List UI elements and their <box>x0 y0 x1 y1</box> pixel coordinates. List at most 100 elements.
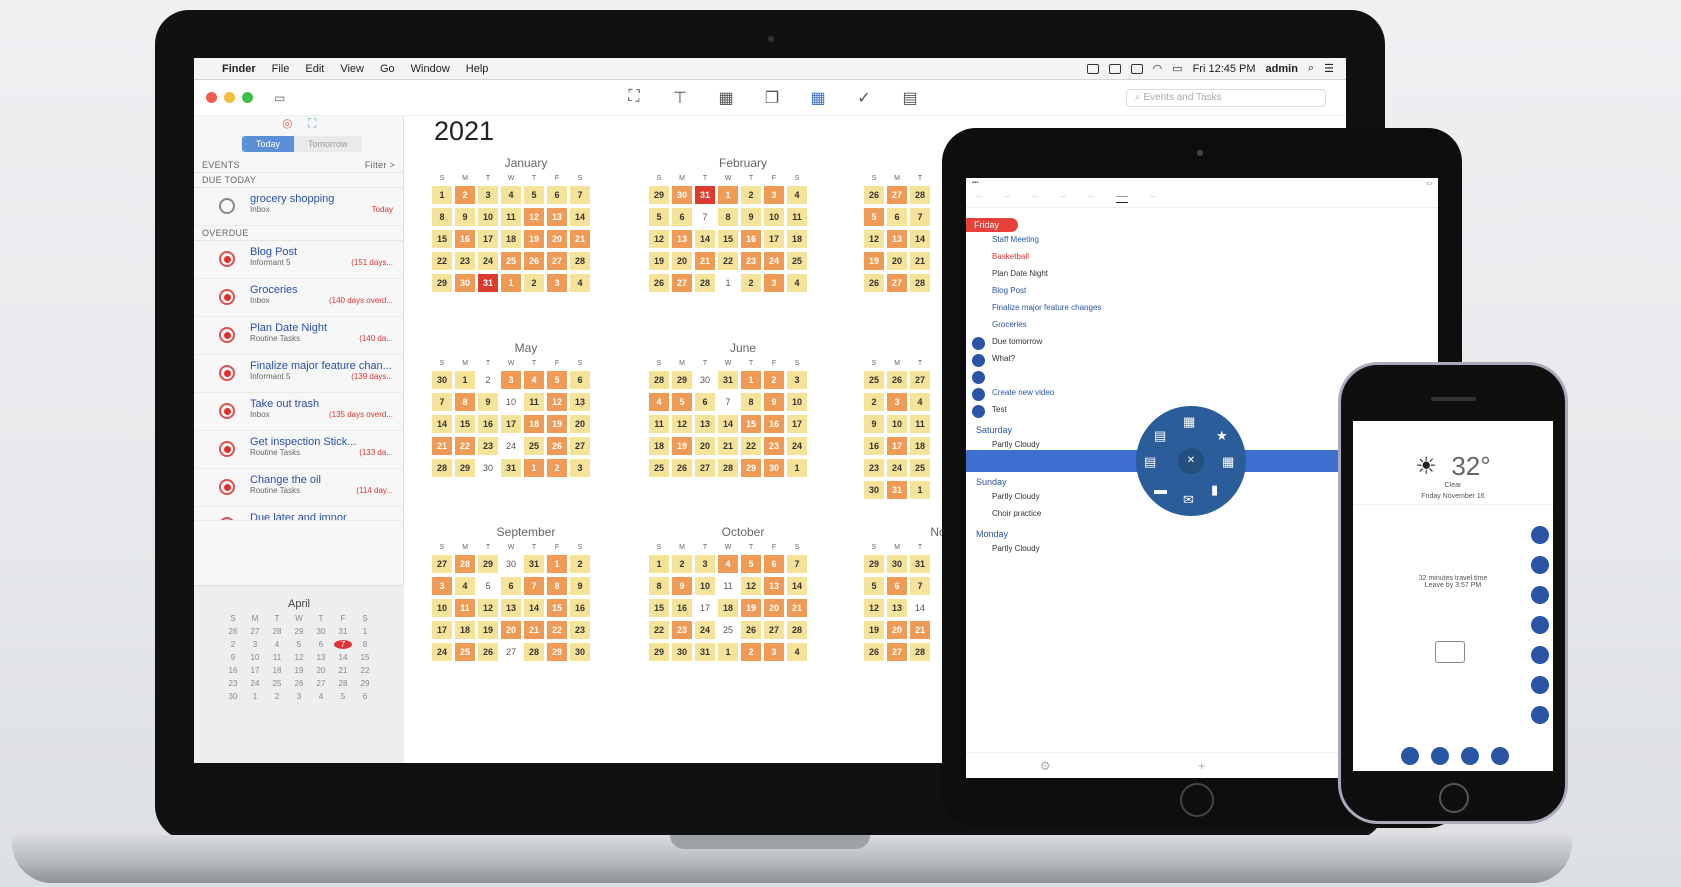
sidebar-toggle-icon[interactable]: ▭ <box>274 91 285 105</box>
mini-day[interactable]: 26 <box>290 679 308 688</box>
week-view-icon[interactable]: ▦ <box>716 88 736 108</box>
mini-day[interactable]: 27 <box>246 627 264 636</box>
task-checkbox[interactable] <box>219 517 235 520</box>
focus-small-icon[interactable]: ⛶ <box>308 116 316 131</box>
bottom-button-2[interactable] <box>1431 747 1449 765</box>
window-icon[interactable] <box>1108 63 1121 74</box>
month-name[interactable]: October <box>649 525 837 539</box>
year-view-icon[interactable]: ▦ <box>808 88 828 108</box>
calendar-day[interactable]: 12 <box>524 208 544 226</box>
calendar-day[interactable]: 26 <box>887 371 907 389</box>
calendar-day[interactable]: 10 <box>478 208 498 226</box>
calendar-day[interactable]: 28 <box>910 274 930 292</box>
check-icon[interactable] <box>972 371 985 384</box>
calendar-day[interactable]: 4 <box>787 274 807 292</box>
calendar-day[interactable]: 12 <box>672 415 692 433</box>
calendar-day[interactable]: 6 <box>887 208 907 226</box>
calendar-day[interactable]: 23 <box>764 437 784 455</box>
notes-action-icon[interactable]: ▤ <box>1154 428 1166 444</box>
calendar-day[interactable]: 12 <box>741 577 761 595</box>
calendar-day[interactable]: 28 <box>718 459 738 477</box>
calendar-day[interactable]: 14 <box>718 415 738 433</box>
calendar-day[interactable]: 13 <box>764 577 784 595</box>
check-icon[interactable] <box>972 337 985 350</box>
calendar-day[interactable]: 28 <box>787 621 807 639</box>
calendar-day[interactable]: 15 <box>741 415 761 433</box>
spotlight-icon[interactable]: ⌕ <box>1308 62 1314 75</box>
agenda-row[interactable]: Staff Meeting <box>966 232 1438 249</box>
segment-today[interactable]: Today <box>242 136 295 152</box>
calendar-day[interactable]: 30 <box>478 459 498 477</box>
calendar-day[interactable]: 29 <box>741 459 761 477</box>
calendar-day[interactable]: 29 <box>864 555 884 573</box>
calendar-day[interactable]: 31 <box>887 481 907 499</box>
calendar-day[interactable]: 14 <box>570 208 590 226</box>
mini-day[interactable]: 22 <box>356 666 374 675</box>
calendar-day[interactable]: 21 <box>718 437 738 455</box>
calendar-day[interactable]: 17 <box>887 437 907 455</box>
calendar-day[interactable]: 20 <box>570 415 590 433</box>
calendar-day[interactable]: 28 <box>570 252 590 270</box>
calendar-day[interactable]: 9 <box>864 415 884 433</box>
calendar-day[interactable]: 6 <box>672 208 692 226</box>
filter-button[interactable]: Filter > <box>365 160 395 170</box>
calendar-add-icon[interactable]: ▦ <box>1222 454 1234 470</box>
calendar-day[interactable]: 7 <box>524 577 544 595</box>
calendar-day[interactable]: 19 <box>864 252 884 270</box>
mini-day[interactable]: 26 <box>224 627 242 636</box>
calendar-day[interactable]: 19 <box>672 437 692 455</box>
calendar-day[interactable]: 10 <box>501 393 521 411</box>
calendar-day[interactable]: 12 <box>478 599 498 617</box>
calendar-day[interactable]: 23 <box>672 621 692 639</box>
calendar-day[interactable]: 24 <box>478 252 498 270</box>
calendar-day[interactable]: 13 <box>695 415 715 433</box>
calendar-day[interactable]: 28 <box>432 459 452 477</box>
calendar-day[interactable]: 29 <box>547 643 567 661</box>
calendar-day[interactable]: 1 <box>718 274 738 292</box>
calendar-day[interactable]: 12 <box>864 599 884 617</box>
calendar-day[interactable]: 4 <box>787 186 807 204</box>
tasks-check-icon[interactable]: ✓ <box>854 88 874 108</box>
month-name[interactable]: May <box>432 341 620 355</box>
calendar-day[interactable]: 30 <box>695 371 715 389</box>
calendar-day[interactable]: 30 <box>501 555 521 573</box>
camera-icon[interactable] <box>1086 63 1099 74</box>
calendar-day[interactable]: 4 <box>501 186 521 204</box>
calendar-day[interactable]: 29 <box>649 186 669 204</box>
calendar-day[interactable]: 25 <box>718 621 738 639</box>
mini-day[interactable]: 30 <box>224 692 242 701</box>
calendar-day[interactable]: 24 <box>695 621 715 639</box>
calendar-day[interactable]: 29 <box>478 555 498 573</box>
calendar-day[interactable]: 15 <box>718 230 738 248</box>
folder-icon[interactable]: ▬ <box>1154 482 1167 497</box>
task-item[interactable]: Finalize major feature chan... Informant … <box>194 355 403 393</box>
calendar-day[interactable]: 10 <box>695 577 715 595</box>
mail-icon[interactable]: ✉ <box>1183 492 1194 508</box>
rail-button-7[interactable] <box>1531 706 1549 724</box>
calendar-day[interactable]: 11 <box>501 208 521 226</box>
calendar-day[interactable]: 14 <box>524 599 544 617</box>
calendar-day[interactable]: 3 <box>764 274 784 292</box>
calendar-day[interactable]: 26 <box>864 274 884 292</box>
calendar-day[interactable]: 24 <box>887 459 907 477</box>
calendar-day[interactable]: 19 <box>478 621 498 639</box>
calendar-day[interactable]: 5 <box>672 393 692 411</box>
calendar-day[interactable]: 7 <box>695 208 715 226</box>
calendar-day[interactable]: 1 <box>787 459 807 477</box>
calendar-day[interactable]: 27 <box>764 621 784 639</box>
calendar-day[interactable]: 27 <box>887 274 907 292</box>
calendar-day[interactable]: 6 <box>570 371 590 389</box>
calendar-day[interactable]: 6 <box>547 186 567 204</box>
calendar-day[interactable]: 30 <box>864 481 884 499</box>
mini-day[interactable]: 17 <box>246 666 264 675</box>
mini-day[interactable]: 23 <box>224 679 242 688</box>
calendar-day[interactable]: 16 <box>455 230 475 248</box>
calendar-day[interactable]: 17 <box>787 415 807 433</box>
calendar-day[interactable]: 2 <box>547 459 567 477</box>
mini-day[interactable]: 30 <box>312 627 330 636</box>
focus-icon[interactable]: ⛶ <box>624 88 644 108</box>
mini-day[interactable]: 28 <box>268 627 286 636</box>
calendar-day[interactable]: 10 <box>764 208 784 226</box>
bottom-button-3[interactable] <box>1461 747 1479 765</box>
calendar-day[interactable]: 20 <box>695 437 715 455</box>
